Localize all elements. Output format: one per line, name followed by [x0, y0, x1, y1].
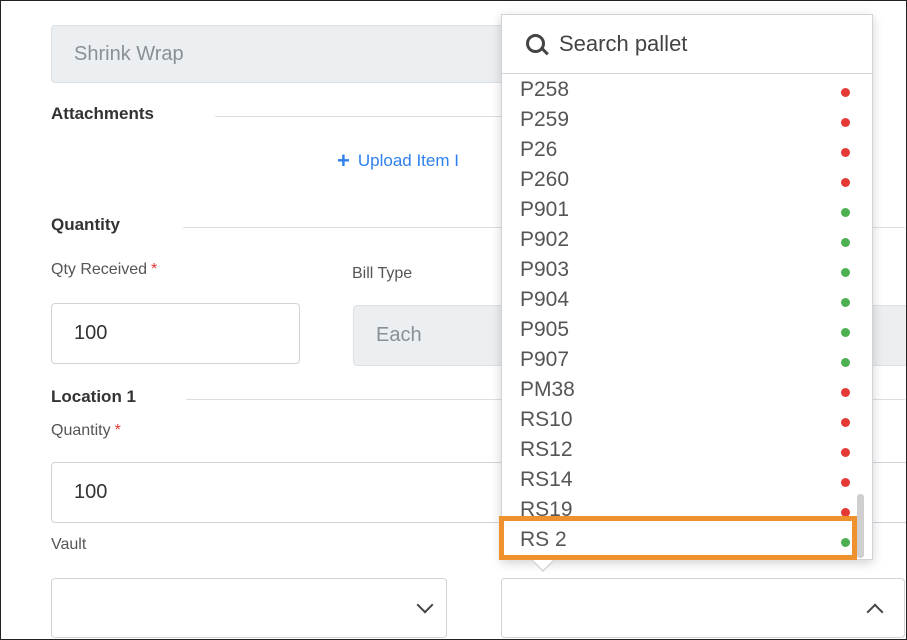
vault-select[interactable] — [51, 578, 447, 638]
pallet-option[interactable]: P902 — [520, 228, 850, 258]
shrink-wrap-value: Shrink Wrap — [74, 42, 184, 65]
qty-received-label: Qty Received * — [51, 261, 158, 278]
required-mark: * — [114, 422, 121, 439]
selected-item-highlight — [499, 516, 857, 560]
required-mark: * — [151, 261, 158, 278]
search-icon — [526, 34, 545, 53]
pallet-option[interactable]: RS12 — [520, 438, 850, 468]
quantity-section-title: Quantity — [51, 215, 120, 234]
pallet-option[interactable]: P904 — [520, 288, 850, 318]
status-dot-icon — [841, 388, 850, 397]
pallet-select[interactable] — [501, 578, 905, 638]
dropdown-pointer — [531, 559, 555, 572]
pallet-option-label: P901 — [520, 198, 570, 221]
pallet-option[interactable]: P260 — [520, 168, 850, 198]
pallet-search-input[interactable]: Search pallet — [502, 15, 872, 74]
pallet-option-label: P260 — [520, 168, 570, 191]
location-quantity-input[interactable]: 100 — [51, 462, 511, 523]
status-dot-icon — [841, 268, 850, 277]
quantity-divider — [183, 227, 505, 228]
pallet-option[interactable]: P907 — [520, 348, 850, 378]
status-dot-icon — [841, 478, 850, 487]
pallet-option[interactable]: RS10 — [520, 408, 850, 438]
pallet-option-label: P259 — [520, 108, 570, 131]
pallet-option-label: P904 — [520, 288, 570, 311]
pallet-option-label: P258 — [520, 78, 570, 101]
bill-type-label: Bill Type — [352, 265, 413, 282]
quantity-divider-right — [872, 227, 905, 228]
pallet-option[interactable]: P901 — [520, 198, 850, 228]
shrink-wrap-field: Shrink Wrap — [51, 25, 511, 83]
attachments-divider — [215, 116, 505, 117]
chevron-down-icon — [416, 596, 434, 614]
bill-type-value: Each — [376, 324, 422, 346]
pallet-option-label: RS12 — [520, 438, 573, 461]
status-dot-icon — [841, 178, 850, 187]
pallet-option-label: P907 — [520, 348, 570, 371]
pallet-option-label: P903 — [520, 258, 570, 281]
qty-received-input[interactable]: 100 — [51, 303, 300, 364]
pallet-option[interactable]: P259 — [520, 108, 850, 138]
status-dot-icon — [841, 418, 850, 427]
pallet-option-label: P902 — [520, 228, 570, 251]
status-dot-icon — [841, 298, 850, 307]
status-dot-icon — [841, 148, 850, 157]
dropdown-scrollbar[interactable] — [857, 494, 864, 558]
status-dot-icon — [841, 448, 850, 457]
bill-type-field: Each — [353, 305, 513, 366]
upload-item-label: Upload Item I — [357, 151, 459, 170]
status-dot-icon — [841, 328, 850, 337]
upload-item-button[interactable]: + Upload Item I — [337, 150, 459, 172]
location-title: Location 1 — [51, 387, 137, 406]
location-divider — [186, 399, 505, 400]
status-dot-icon — [841, 208, 850, 217]
location-quantity-label: Quantity * — [51, 422, 121, 439]
status-dot-icon — [841, 238, 850, 247]
status-dot-icon — [841, 88, 850, 97]
status-dot-icon — [841, 358, 850, 367]
pallet-option-label: RS14 — [520, 468, 573, 491]
vault-label: Vault — [51, 536, 87, 553]
status-dot-icon — [841, 118, 850, 127]
pallet-dropdown: Search pallet P258 P259 P26 P260 P901 P902 P90… — [501, 14, 873, 560]
plus-icon: + — [337, 148, 350, 173]
location-divider-right — [872, 399, 905, 400]
attachments-title: Attachments — [51, 104, 154, 123]
pallet-option-label: P26 — [520, 138, 558, 161]
pallet-option[interactable]: P903 — [520, 258, 850, 288]
pallet-option[interactable]: P905 — [520, 318, 850, 348]
pallet-option-label: PM38 — [520, 378, 575, 401]
qty-received-value: 100 — [74, 322, 108, 344]
location-quantity-value: 100 — [74, 481, 108, 503]
pallet-option-label: P905 — [520, 318, 570, 341]
pallet-option-label: RS10 — [520, 408, 573, 431]
pallet-option[interactable]: PM38 — [520, 378, 850, 408]
pallet-option[interactable]: RS14 — [520, 468, 850, 498]
pallet-search-placeholder: Search pallet — [559, 31, 688, 56]
chevron-up-icon — [866, 603, 884, 621]
pallet-option[interactable]: P258 — [520, 78, 850, 108]
pallet-option[interactable]: P26 — [520, 138, 850, 168]
